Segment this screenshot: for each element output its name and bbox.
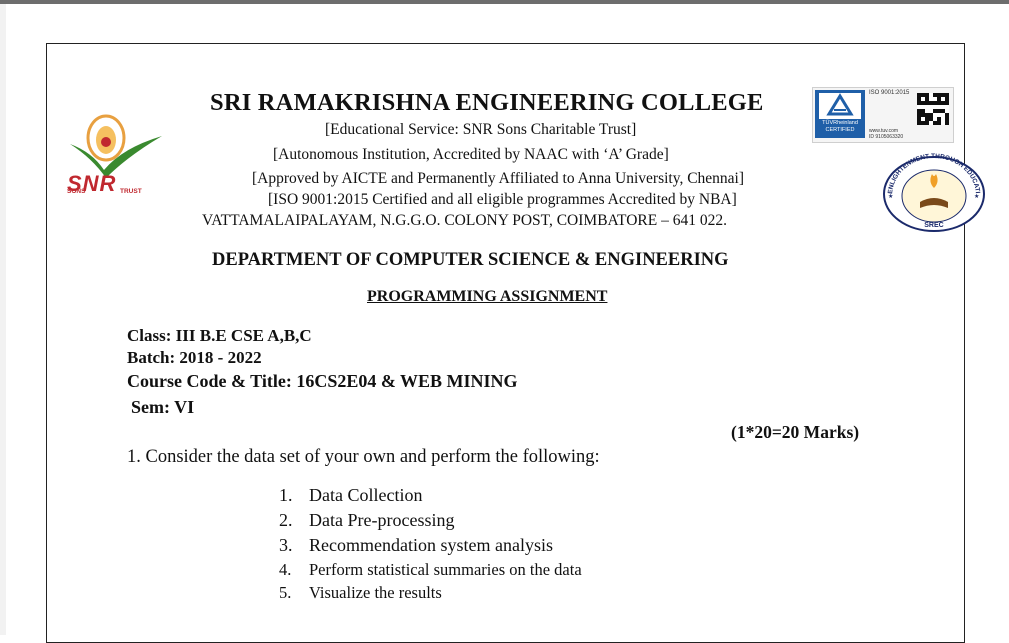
task-item: 4. Perform statistical summaries on the d…: [279, 560, 582, 580]
task-text: Visualize the results: [309, 583, 442, 602]
emblem-bottom-text: SREC: [924, 222, 943, 229]
snr-sub-sons: SONS: [67, 188, 86, 195]
task-number: 1.: [279, 485, 293, 505]
task-item: 2. Data Pre-processing: [279, 510, 454, 531]
task-number: 5.: [279, 583, 292, 602]
question-text: 1. Consider the data set of your own and…: [127, 447, 600, 467]
task-text: Data Pre-processing: [309, 510, 455, 530]
header-line-2: [Autonomous Institution, Accredited by N…: [273, 146, 669, 163]
task-text: Recommendation system analysis: [309, 535, 553, 555]
viewer-left-edge: [0, 4, 6, 635]
task-number: 2.: [279, 510, 293, 530]
tuv-label: TÜVRheinland CERTIFIED: [817, 120, 863, 134]
meta-batch: Batch: 2018 - 2022: [127, 348, 262, 367]
meta-class: Class: III B.E CSE A,B,C: [127, 326, 312, 345]
task-number: 4.: [279, 560, 292, 579]
task-item: 3. Recommendation system analysis: [279, 535, 553, 556]
tuv-logo-inner: [819, 93, 861, 119]
task-item: 1. Data Collection: [279, 485, 422, 506]
task-text: Data Collection: [309, 485, 423, 505]
task-number: 3.: [279, 535, 293, 555]
tuv-triangle-icon: [826, 93, 854, 116]
tuv-id: ID 9105063320: [869, 134, 904, 140]
window-top-bar: [0, 0, 1009, 4]
task-item: 5. Visualize the results: [279, 583, 442, 603]
meta-sem: Sem: VI: [131, 397, 195, 417]
assignment-title: PROGRAMMING ASSIGNMENT: [367, 288, 608, 305]
star-icon-left: ★: [888, 193, 893, 200]
snr-sub-trust: TRUST: [120, 188, 142, 195]
header-line-4: [ISO 9001:2015 Certified and all eligibl…: [268, 191, 737, 208]
tuv-id-text: www.tuv.com ID 9105063320: [869, 128, 903, 140]
department-heading: DEPARTMENT OF COMPUTER SCIENCE & ENGINEE…: [212, 250, 729, 270]
header-address: VATTAMALAIPALAYAM, N.G.G.O. COLONY POST,…: [202, 212, 727, 229]
srec-emblem-logo: ENLIGHTENMENT THROUGH EDUCATION SREC ★ ★: [882, 152, 985, 232]
meta-course: Course Code & Title: 16CS2E04 & WEB MINI…: [127, 371, 518, 391]
tuv-brand: TÜVRheinland: [822, 120, 858, 126]
task-text: Perform statistical summaries on the dat…: [309, 560, 582, 579]
tuv-certified: CERTIFIED: [825, 127, 855, 133]
marks-label: (1*20=20 Marks): [731, 422, 860, 442]
header-line-1: [Educational Service: SNR Sons Charitabl…: [325, 121, 637, 138]
star-icon-right: ★: [974, 193, 979, 200]
tuv-certification-badge: TÜVRheinland CERTIFIED ISO 9001:2015 www…: [812, 87, 954, 143]
qr-code-icon: [917, 93, 949, 125]
tuv-iso-text: ISO 9001:2015: [869, 90, 910, 96]
college-name: SRI RAMAKRISHNA ENGINEERING COLLEGE: [210, 89, 764, 116]
flame-core: [101, 137, 111, 147]
header-line-3: [Approved by AICTE and Permanently Affil…: [252, 170, 745, 187]
tuv-logo: TÜVRheinland CERTIFIED: [815, 90, 865, 138]
